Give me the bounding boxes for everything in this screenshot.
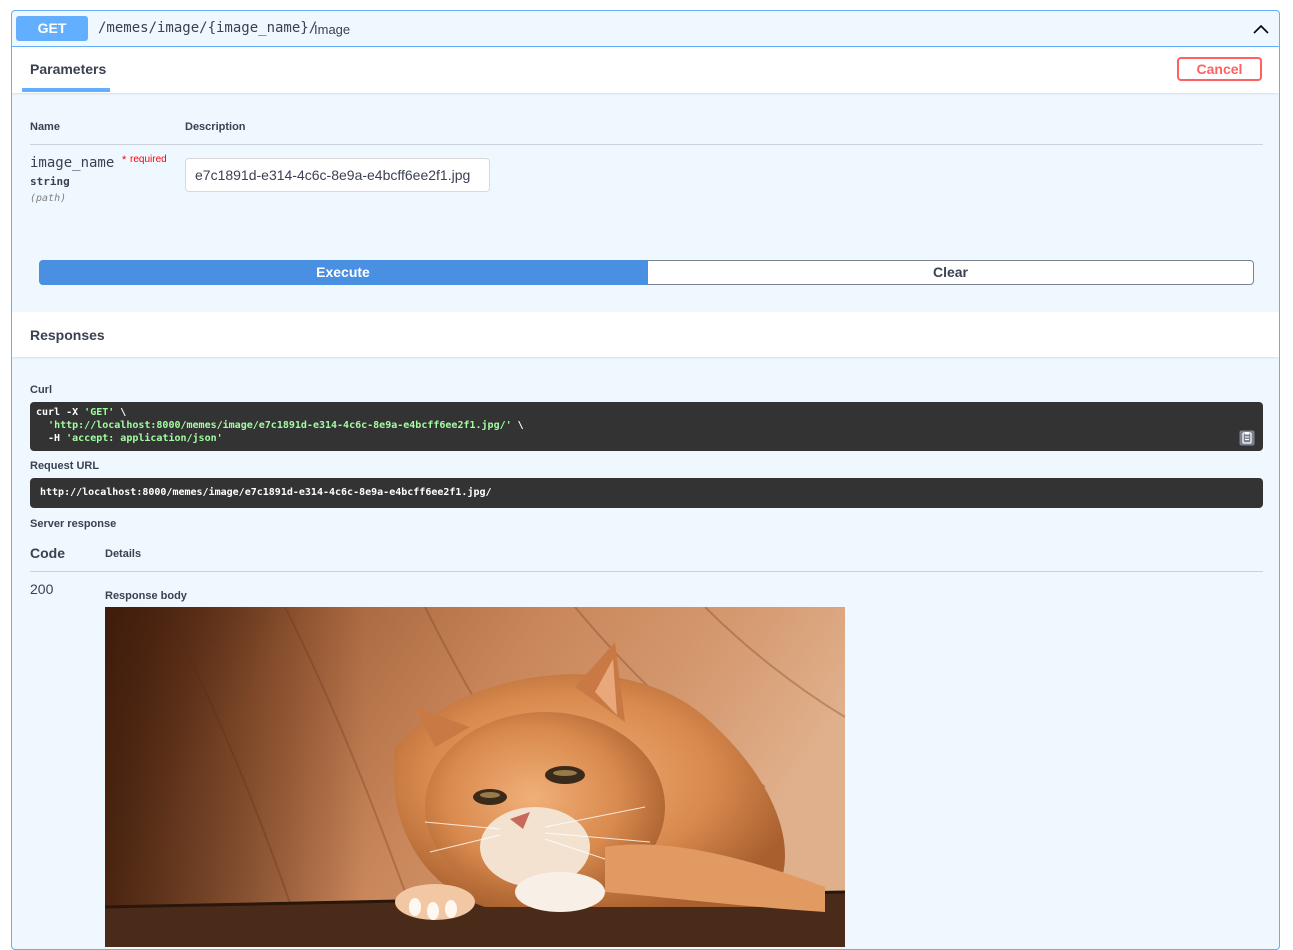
curl-label: Curl	[30, 384, 52, 396]
response-table-divider	[30, 571, 1263, 572]
request-url-label: Request URL	[30, 460, 100, 472]
responses-title: Responses	[30, 327, 105, 343]
details-column-header: Details	[105, 548, 142, 560]
clear-button[interactable]: Clear	[647, 260, 1254, 285]
operation-summary[interactable]: GET /memes/image/{image_name}/ Image	[12, 11, 1279, 47]
required-star: *	[122, 154, 127, 166]
curl-indent	[36, 420, 48, 431]
curl-command: curl -X	[36, 407, 85, 418]
curl-method: 'GET'	[84, 407, 115, 418]
operation-summary-text: Image	[314, 22, 351, 37]
request-url-block[interactable]: http://localhost:8000/memes/image/e7c189…	[30, 478, 1263, 508]
clipboard-copy-icon[interactable]	[1239, 430, 1255, 446]
curl-line-3: -H 'accept: application/json'	[36, 432, 1257, 445]
image-name-input[interactable]	[185, 158, 490, 192]
operation-block: GET /memes/image/{image_name}/ Image Par…	[11, 10, 1280, 950]
column-header-description: Description	[185, 121, 246, 133]
param-location: (path)	[30, 193, 67, 204]
operation-path: /memes/image/{image_name}/	[98, 20, 318, 36]
curl-line-2: 'http://localhost:8000/memes/image/e7c18…	[36, 419, 1257, 432]
curl-continuation: \	[511, 420, 524, 431]
curl-line-1: curl -X 'GET' \	[36, 406, 1257, 419]
param-name: image_name	[30, 155, 115, 171]
execute-button[interactable]: Execute	[39, 260, 647, 285]
chevron-up-icon[interactable]	[1251, 19, 1271, 39]
tab-underline	[22, 88, 110, 92]
curl-continuation: \	[114, 407, 127, 418]
curl-header-flag: -H	[36, 433, 67, 444]
cancel-button[interactable]: Cancel	[1177, 57, 1262, 81]
tab-parameters[interactable]: Parameters	[30, 61, 106, 77]
parameters-header: Parameters Cancel	[12, 47, 1279, 93]
code-column-header: Code	[30, 545, 65, 561]
curl-url: 'http://localhost:8000/memes/image/e7c18…	[48, 420, 512, 431]
table-divider	[30, 144, 1263, 145]
http-method-badge: GET	[16, 16, 88, 41]
required-label: required	[130, 154, 167, 165]
curl-header-value: 'accept: application/json'	[66, 433, 223, 444]
responses-header: Responses	[12, 312, 1279, 357]
response-image	[105, 607, 845, 947]
param-type: string	[30, 175, 70, 188]
status-code: 200	[30, 581, 54, 597]
curl-code-block[interactable]: curl -X 'GET' \ 'http://localhost:8000/m…	[30, 402, 1263, 451]
response-body-label: Response body	[105, 590, 187, 602]
column-header-name: Name	[30, 121, 60, 133]
server-response-label: Server response	[30, 518, 117, 530]
